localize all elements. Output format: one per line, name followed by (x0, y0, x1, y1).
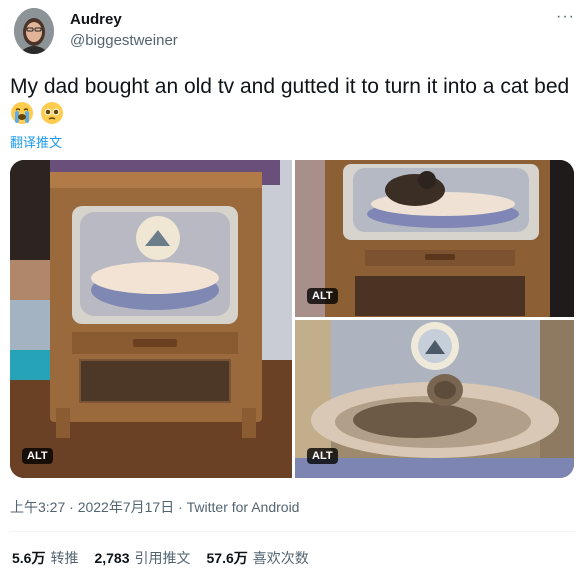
media-grid: ALT ALT ALT (10, 160, 574, 478)
divider (10, 531, 575, 532)
engagement-stats: 5.6万 转推 2,783 引用推文 57.6万 喜欢次数 (12, 548, 309, 568)
tweet-timestamp[interactable]: 上午3:27 · 2022年7月17日 · Twitter for Androi… (10, 497, 299, 517)
alt-badge[interactable]: ALT (307, 448, 338, 464)
likes-label: 喜欢次数 (252, 550, 309, 566)
photo-tv-cabinet[interactable]: ALT (10, 160, 292, 478)
quote-tweets-label: 引用推文 (134, 550, 191, 566)
likes-stat[interactable]: 57.6万 喜欢次数 (207, 548, 309, 568)
pleading-face-icon (40, 101, 64, 133)
translate-tweet-link[interactable]: 翻译推文 (10, 132, 62, 151)
tweet-text: My dad bought an old tv and gutted it to… (10, 73, 570, 133)
likes-count: 57.6万 (206, 550, 248, 566)
alt-badge[interactable]: ALT (22, 448, 53, 464)
retweets-count: 5.6万 (12, 550, 46, 566)
photo-cat-in-tv-top[interactable]: ALT (295, 160, 574, 317)
avatar[interactable] (14, 8, 54, 54)
photo-cat-in-bed-closeup[interactable]: ALT (295, 320, 574, 478)
more-options-icon[interactable]: ··· (556, 8, 575, 26)
tweet-body: My dad bought an old tv and gutted it to… (10, 75, 570, 98)
alt-badge[interactable]: ALT (307, 288, 338, 304)
display-name[interactable]: Audrey (70, 11, 122, 28)
quote-tweets-count: 2,783 (94, 550, 130, 566)
avatar-image (14, 8, 54, 54)
user-handle[interactable]: @biggestweiner (70, 32, 178, 49)
quote-tweets-stat[interactable]: 2,783 引用推文 (94, 548, 190, 568)
loudly-crying-face-icon (10, 101, 34, 133)
retweets-stat[interactable]: 5.6万 转推 (12, 548, 78, 568)
retweets-label: 转推 (50, 550, 79, 566)
